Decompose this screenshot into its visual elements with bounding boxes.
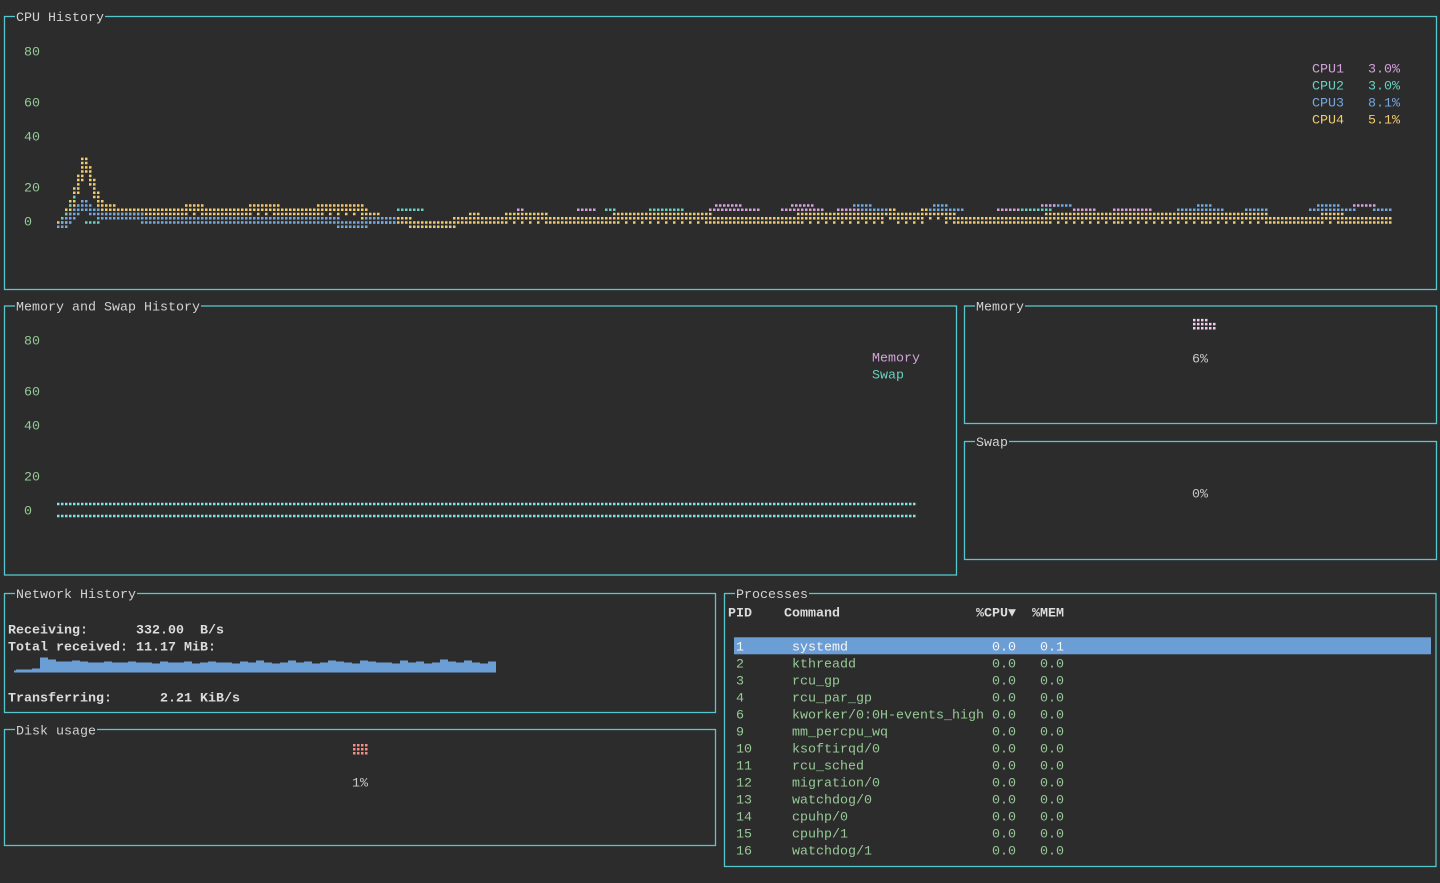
svg-text:Disk usage: Disk usage [16,725,96,740]
svg-text:0.0: 0.0 [1040,709,1064,724]
svg-text:rcu_sched: rcu_sched [792,760,864,775]
svg-text:60: 60 [24,97,40,112]
svg-text:0.0: 0.0 [992,760,1016,775]
svg-text:Network History: Network History [16,588,136,603]
svg-text:0.0: 0.0 [1040,811,1064,826]
svg-text:0.0: 0.0 [992,726,1016,741]
svg-text:5.1%: 5.1% [1368,114,1400,129]
svg-text:Swap: Swap [872,369,904,384]
svg-text:CPU1: CPU1 [1312,63,1344,78]
svg-text:Swap: Swap [976,436,1008,451]
svg-text:0.0: 0.0 [1040,845,1064,860]
svg-text:Receiving: 332.00 B/s: Receiving: 332.00 B/s [8,624,224,639]
svg-text:20: 20 [24,471,40,486]
svg-text:cpuhp/1: cpuhp/1 [792,828,848,843]
svg-text:rcu_gp: rcu_gp [792,675,840,690]
svg-text:systemd: systemd [792,641,848,656]
svg-text:0.0: 0.0 [1040,777,1064,792]
svg-text:kworker/0:0H-events_high: kworker/0:0H-events_high [792,709,984,724]
svg-text:0%: 0% [1192,488,1208,503]
svg-text:80: 80 [24,335,40,350]
svg-text:1%: 1% [352,777,368,792]
svg-text:0.0: 0.0 [1040,692,1064,707]
svg-text:0.0: 0.0 [992,845,1016,860]
svg-text:0.0: 0.0 [992,743,1016,758]
svg-text:0.0: 0.0 [1040,760,1064,775]
svg-text:watchdog/1: watchdog/1 [792,845,872,860]
svg-text:watchdog/0: watchdog/0 [792,794,872,809]
svg-text:40: 40 [24,131,40,146]
svg-text:CPU2: CPU2 [1312,80,1344,95]
svg-text:12: 12 [736,777,752,792]
svg-text:0.0: 0.0 [992,828,1016,843]
svg-text:6%: 6% [1192,353,1208,368]
svg-text:kthreadd: kthreadd [792,658,856,673]
svg-text:0.0: 0.0 [992,709,1016,724]
svg-text:8.1%: 8.1% [1368,97,1400,112]
svg-text:4: 4 [736,692,744,707]
svg-text:Processes: Processes [736,588,808,603]
svg-text:6: 6 [736,709,744,724]
svg-text:2: 2 [736,658,744,673]
svg-text:20: 20 [24,182,40,197]
svg-text:60: 60 [24,386,40,401]
svg-text:40: 40 [24,420,40,435]
svg-text:0.0: 0.0 [1040,658,1064,673]
svg-text:0.0: 0.0 [992,692,1016,707]
svg-text:11: 11 [736,760,752,775]
svg-text:Command: Command [784,607,840,622]
svg-text:migration/0: migration/0 [792,777,880,792]
svg-text:ksoftirqd/0: ksoftirqd/0 [792,743,880,758]
svg-text:PID: PID [728,607,752,622]
svg-text:CPU4: CPU4 [1312,114,1344,129]
svg-text:0.0: 0.0 [992,641,1016,656]
svg-text:14: 14 [736,811,752,826]
svg-text:0.0: 0.0 [1040,794,1064,809]
svg-text:3: 3 [736,675,744,690]
svg-text:%MEM: %MEM [1032,607,1064,622]
svg-text:0: 0 [24,505,32,520]
svg-text:1: 1 [736,641,744,656]
svg-text:9: 9 [736,726,744,741]
svg-text:0: 0 [24,216,32,231]
svg-text:16: 16 [736,845,752,860]
svg-text:0.0: 0.0 [1040,726,1064,741]
svg-text:80: 80 [24,46,40,61]
svg-text:mm_percpu_wq: mm_percpu_wq [792,726,888,741]
svg-text:0.0: 0.0 [992,777,1016,792]
svg-text:0.0: 0.0 [992,658,1016,673]
svg-text:Transferring: 2.21 KiB/s: Transferring: 2.21 KiB/s [8,692,240,707]
svg-text:Total received: 11.17 MiB:: Total received: 11.17 MiB: [8,641,216,656]
svg-text:3.0%: 3.0% [1368,80,1400,95]
svg-text:15: 15 [736,828,752,843]
svg-text:0.0: 0.0 [1040,675,1064,690]
svg-text:0.0: 0.0 [1040,828,1064,843]
svg-text:0.0: 0.0 [1040,743,1064,758]
svg-text:Memory: Memory [976,301,1024,316]
svg-text:CPU History: CPU History [16,11,104,26]
svg-text:0.0: 0.0 [992,675,1016,690]
svg-text:rcu_par_gp: rcu_par_gp [792,692,872,707]
svg-text:10: 10 [736,743,752,758]
svg-text:13: 13 [736,794,752,809]
svg-text:0.0: 0.0 [992,811,1016,826]
svg-text:3.0%: 3.0% [1368,63,1400,78]
svg-text:%CPU▼: %CPU▼ [976,607,1016,622]
svg-text:cpuhp/0: cpuhp/0 [792,811,848,826]
svg-text:0.1: 0.1 [1040,641,1064,656]
svg-text:Memory and Swap History: Memory and Swap History [16,301,200,316]
svg-text:CPU3: CPU3 [1312,97,1344,112]
svg-text:Memory: Memory [872,352,920,367]
svg-text:0.0: 0.0 [992,794,1016,809]
